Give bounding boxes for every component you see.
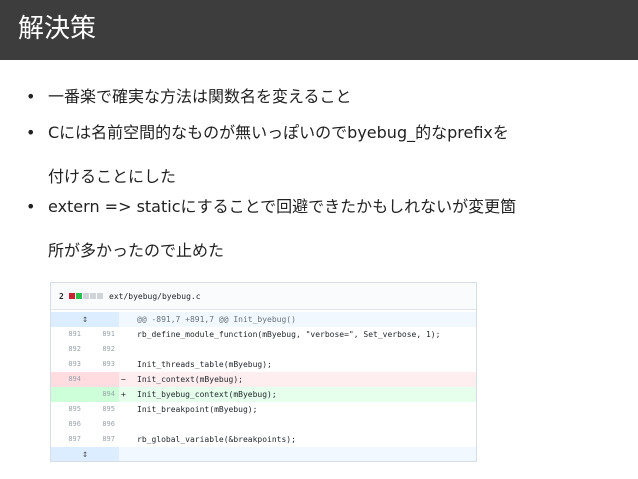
expand-lines-icon[interactable]: ↕ [51, 447, 119, 461]
bullet-dot: • [26, 123, 36, 142]
old-line-number[interactable] [51, 387, 85, 402]
new-line-number[interactable]: 894 [85, 387, 119, 402]
old-line-number[interactable]: 895 [51, 402, 85, 417]
old-line-number[interactable]: 894 [51, 372, 85, 387]
bullet-text: 一番楽で確実な方法は関数名を変えること [48, 87, 352, 106]
change-count: 2 [59, 292, 64, 301]
diffstat-bars [69, 293, 104, 302]
hunk-header-row: ↕ @@ -891,7 +891,7 @@ Init_byebug() [51, 312, 476, 327]
code-text: Init_threads_table(mByebug); [137, 360, 272, 369]
hunk-header-row: ↕ [51, 447, 476, 461]
diff-line-row: 896 896 [51, 417, 476, 432]
diff-line-row: 893 893 Init_threads_table(mByebug); [51, 357, 476, 372]
new-line-number[interactable]: 896 [85, 417, 119, 432]
diffstat-block [76, 293, 82, 299]
new-line-number[interactable]: 897 [85, 432, 119, 447]
deletion-marker: − [121, 375, 126, 384]
bullet-text: Cには名前空間的なものが無いっぽいのでbyebug_的なprefixを [48, 123, 509, 142]
bullet-text: 付けることにした [48, 167, 177, 186]
old-line-number[interactable]: 892 [51, 342, 85, 357]
expand-lines-icon[interactable]: ↕ [51, 312, 119, 327]
diffstat-block [83, 293, 89, 299]
code-text: Init_breakpoint(mByebug); [137, 405, 258, 414]
code-text: rb_define_module_function(mByebug, "verb… [137, 330, 441, 339]
old-line-number[interactable]: 897 [51, 432, 85, 447]
bullet-text: extern => staticにすることで回避できたかもしれないが変更箇 [48, 197, 517, 216]
code-text: Init_context(mByebug); [137, 375, 243, 384]
new-line-number[interactable]: 893 [85, 357, 119, 372]
new-line-number[interactable]: 892 [85, 342, 119, 357]
bullet-dot: • [26, 87, 36, 106]
code-text: rb_global_variable(&breakpoints); [137, 435, 296, 444]
old-line-number[interactable]: 891 [51, 327, 85, 342]
bullet-text: 所が多かったので止めた [48, 241, 225, 260]
bullet-dot: • [26, 197, 36, 216]
diff-file-header: 2 ext/byebug/byebug.c [51, 283, 476, 310]
addition-marker: + [121, 390, 126, 399]
old-line-number[interactable]: 893 [51, 357, 85, 372]
old-line-number[interactable]: 896 [51, 417, 85, 432]
diffstat-block [97, 293, 103, 299]
diff-line-row: 894 − Init_context(mByebug); [51, 372, 476, 387]
title-bar: 解決策 [0, 0, 638, 60]
diff-line-row: 891 891 rb_define_module_function(mByebug,… [51, 327, 476, 342]
new-line-number[interactable]: 895 [85, 402, 119, 417]
diff-screenshot: 2 ext/byebug/byebug.c ↕ @@ -891,7 +891,7 … [50, 282, 477, 462]
diff-line-row: 894 + Init_byebug_context(mByebug); [51, 387, 476, 402]
hunk-header-text: @@ -891,7 +891,7 @@ Init_byebug() [137, 315, 296, 324]
diff-line-row: 895 895 Init_breakpoint(mByebug); [51, 402, 476, 417]
diffstat-block [69, 293, 75, 299]
new-line-number[interactable]: 891 [85, 327, 119, 342]
code-text: Init_byebug_context(mByebug); [137, 390, 277, 399]
diff-line-row: 892 892 [51, 342, 476, 357]
slide-title: 解決策 [18, 14, 97, 44]
new-line-number[interactable] [85, 372, 119, 387]
file-path-link[interactable]: ext/byebug/byebug.c [109, 292, 201, 301]
diff-line-row: 897 897 rb_global_variable(&breakpoints); [51, 432, 476, 447]
diffstat-block [90, 293, 96, 299]
